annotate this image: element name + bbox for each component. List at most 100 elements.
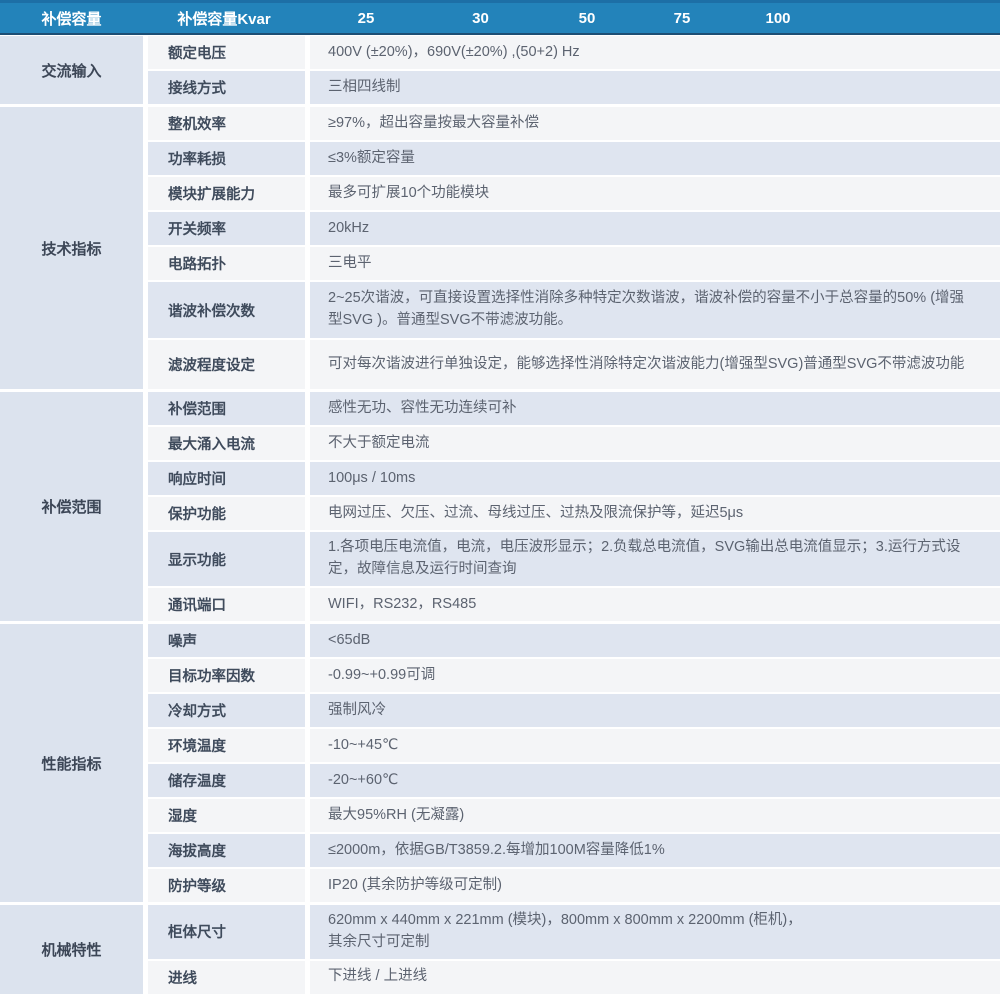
- header-capacity-label: 补偿容量: [0, 8, 143, 29]
- parameter-name: 保护功能: [148, 497, 305, 530]
- parameter-name: 柜体尺寸: [148, 905, 305, 959]
- table-row: 目标功率因数-0.99~+0.99可调: [148, 659, 1000, 692]
- parameter-value: 下进线 / 上进线: [310, 961, 1000, 994]
- parameter-value: 不大于额定电流: [310, 427, 1000, 460]
- parameter-name: 储存温度: [148, 764, 305, 797]
- table-section: 交流输入额定电压400V (±20%)，690V(±20%) ,(50+2) H…: [0, 36, 1000, 104]
- section-rows: 补偿范围感性无功、容性无功连续可补最大涌入电流不大于额定电流响应时间100μs …: [148, 392, 1000, 621]
- table-section: 性能指标噪声<65dB目标功率因数-0.99~+0.99可调冷却方式强制风冷环境…: [0, 624, 1000, 902]
- table-header-row: 补偿容量 补偿容量Kvar 25305075100: [0, 0, 1000, 35]
- parameter-value: 最多可扩展10个功能模块: [310, 177, 1000, 210]
- table-row: 保护功能电网过压、欠压、过流、母线过压、过热及限流保护等，延迟5μs: [148, 497, 1000, 530]
- parameter-value: 三电平: [310, 247, 1000, 280]
- parameter-value: 最大95%RH (无凝露): [310, 799, 1000, 832]
- table-row: 最大涌入电流不大于额定电流: [148, 427, 1000, 460]
- parameter-value: IP20 (其余防护等级可定制): [310, 869, 1000, 902]
- parameter-value: 可对每次谐波进行单独设定，能够选择性消除特定次谐波能力(增强型SVG)普通型SV…: [310, 340, 1000, 389]
- header-capacity-value: 30: [427, 10, 534, 27]
- table-section: 技术指标整机效率≥97%，超出容量按最大容量补偿功率耗损≤3%额定容量模块扩展能…: [0, 107, 1000, 389]
- parameter-name: 进线: [148, 961, 305, 994]
- table-row: 电路拓扑三电平: [148, 247, 1000, 280]
- parameter-value: 三相四线制: [310, 71, 1000, 104]
- parameter-value: 20kHz: [310, 212, 1000, 245]
- table-section: 补偿范围补偿范围感性无功、容性无功连续可补最大涌入电流不大于额定电流响应时间10…: [0, 392, 1000, 621]
- parameter-value: WIFI，RS232，RS485: [310, 588, 1000, 621]
- table-section: 机械特性柜体尺寸620mm x 440mm x 221mm (模块)，800mm…: [0, 905, 1000, 994]
- parameter-name: 开关频率: [148, 212, 305, 245]
- table-row: 响应时间100μs / 10ms: [148, 462, 1000, 495]
- parameter-name: 整机效率: [148, 107, 305, 140]
- section-rows: 整机效率≥97%，超出容量按最大容量补偿功率耗损≤3%额定容量模块扩展能力最多可…: [148, 107, 1000, 389]
- parameter-name: 滤波程度设定: [148, 340, 305, 389]
- table-row: 防护等级IP20 (其余防护等级可定制): [148, 869, 1000, 902]
- parameter-name: 功率耗损: [148, 142, 305, 175]
- specification-table: 补偿容量 补偿容量Kvar 25305075100 交流输入额定电压400V (…: [0, 0, 1000, 994]
- table-row: 冷却方式强制风冷: [148, 694, 1000, 727]
- parameter-name: 额定电压: [148, 36, 305, 69]
- parameter-value: 100μs / 10ms: [310, 462, 1000, 495]
- section-category-label: 交流输入: [0, 36, 143, 104]
- header-capacity-value: 100: [724, 10, 832, 27]
- parameter-name: 模块扩展能力: [148, 177, 305, 210]
- parameter-name: 目标功率因数: [148, 659, 305, 692]
- parameter-value: 2~25次谐波，可直接设置选择性消除多种特定次数谐波，谐波补偿的容量不小于总容量…: [310, 282, 1000, 338]
- section-category-label: 补偿范围: [0, 392, 143, 621]
- table-row: 额定电压400V (±20%)，690V(±20%) ,(50+2) Hz: [148, 36, 1000, 69]
- parameter-name: 冷却方式: [148, 694, 305, 727]
- table-row: 噪声<65dB: [148, 624, 1000, 657]
- parameter-name: 响应时间: [148, 462, 305, 495]
- table-row: 柜体尺寸620mm x 440mm x 221mm (模块)，800mm x 8…: [148, 905, 1000, 959]
- parameter-name: 最大涌入电流: [148, 427, 305, 460]
- parameter-name: 湿度: [148, 799, 305, 832]
- table-row: 开关频率20kHz: [148, 212, 1000, 245]
- table-row: 湿度最大95%RH (无凝露): [148, 799, 1000, 832]
- table-row: 海拔高度≤2000m，依据GB/T3859.2.每增加100M容量降低1%: [148, 834, 1000, 867]
- parameter-name: 显示功能: [148, 532, 305, 586]
- section-category-label: 性能指标: [0, 624, 143, 902]
- parameter-value: -0.99~+0.99可调: [310, 659, 1000, 692]
- parameter-value: 电网过压、欠压、过流、母线过压、过热及限流保护等，延迟5μs: [310, 497, 1000, 530]
- parameter-value: 620mm x 440mm x 221mm (模块)，800mm x 800mm…: [310, 905, 1000, 959]
- table-row: 模块扩展能力最多可扩展10个功能模块: [148, 177, 1000, 210]
- header-capacity-values: 25305075100: [305, 10, 832, 27]
- parameter-value: ≤3%额定容量: [310, 142, 1000, 175]
- section-rows: 柜体尺寸620mm x 440mm x 221mm (模块)，800mm x 8…: [148, 905, 1000, 994]
- parameter-name: 补偿范围: [148, 392, 305, 425]
- table-row: 环境温度-10~+45℃: [148, 729, 1000, 762]
- parameter-value: 1.各项电压电流值，电流，电压波形显示；2.负载总电流值，SVG输出总电流值显示…: [310, 532, 1000, 586]
- table-row: 滤波程度设定可对每次谐波进行单独设定，能够选择性消除特定次谐波能力(增强型SVG…: [148, 340, 1000, 389]
- parameter-value: <65dB: [310, 624, 1000, 657]
- table-row: 接线方式三相四线制: [148, 71, 1000, 104]
- parameter-name: 谐波补偿次数: [148, 282, 305, 338]
- table-row: 补偿范围感性无功、容性无功连续可补: [148, 392, 1000, 425]
- parameter-name: 通讯端口: [148, 588, 305, 621]
- parameter-value: -10~+45℃: [310, 729, 1000, 762]
- table-row: 进线下进线 / 上进线: [148, 961, 1000, 994]
- parameter-name: 接线方式: [148, 71, 305, 104]
- parameter-value: 感性无功、容性无功连续可补: [310, 392, 1000, 425]
- parameter-name: 电路拓扑: [148, 247, 305, 280]
- parameter-name: 防护等级: [148, 869, 305, 902]
- table-row: 显示功能1.各项电压电流值，电流，电压波形显示；2.负载总电流值，SVG输出总电…: [148, 532, 1000, 586]
- parameter-value: 强制风冷: [310, 694, 1000, 727]
- parameter-name: 噪声: [148, 624, 305, 657]
- section-category-label: 机械特性: [0, 905, 143, 994]
- parameter-name: 海拔高度: [148, 834, 305, 867]
- table-row: 储存温度-20~+60℃: [148, 764, 1000, 797]
- section-rows: 额定电压400V (±20%)，690V(±20%) ,(50+2) Hz接线方…: [148, 36, 1000, 104]
- parameter-value: -20~+60℃: [310, 764, 1000, 797]
- table-body: 交流输入额定电压400V (±20%)，690V(±20%) ,(50+2) H…: [0, 35, 1000, 994]
- table-row: 功率耗损≤3%额定容量: [148, 142, 1000, 175]
- section-category-label: 技术指标: [0, 107, 143, 389]
- table-row: 通讯端口WIFI，RS232，RS485: [148, 588, 1000, 621]
- table-row: 整机效率≥97%，超出容量按最大容量补偿: [148, 107, 1000, 140]
- header-capacity-kvar-label: 补偿容量Kvar: [143, 8, 305, 29]
- header-capacity-value: 75: [640, 10, 724, 27]
- parameter-value: ≥97%，超出容量按最大容量补偿: [310, 107, 1000, 140]
- header-capacity-value: 50: [534, 10, 640, 27]
- parameter-name: 环境温度: [148, 729, 305, 762]
- section-rows: 噪声<65dB目标功率因数-0.99~+0.99可调冷却方式强制风冷环境温度-1…: [148, 624, 1000, 902]
- parameter-value: 400V (±20%)，690V(±20%) ,(50+2) Hz: [310, 36, 1000, 69]
- parameter-value: ≤2000m，依据GB/T3859.2.每增加100M容量降低1%: [310, 834, 1000, 867]
- table-row: 谐波补偿次数2~25次谐波，可直接设置选择性消除多种特定次数谐波，谐波补偿的容量…: [148, 282, 1000, 338]
